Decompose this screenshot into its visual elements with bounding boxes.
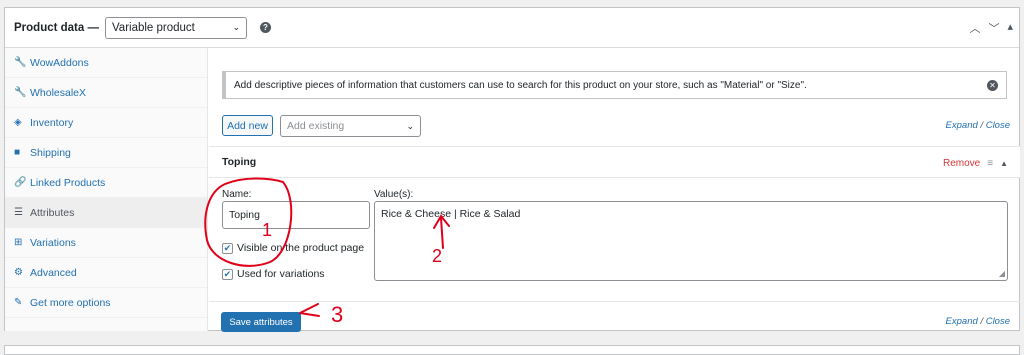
name-label: Name:: [222, 189, 252, 200]
sidebar-item-advanced[interactable]: ⚙ Advanced: [5, 258, 207, 288]
next-panel: [4, 345, 1020, 355]
product-data-panel: Product data — Variable product ⌄ ? ︿ ﹀ …: [4, 7, 1020, 332]
info-notice: Add descriptive pieces of information th…: [222, 71, 1007, 99]
attribute-values-textarea[interactable]: Rice & Cheese | Rice & Salad ◢: [374, 201, 1008, 281]
sidebar-item-wholesalex[interactable]: 🔧 WholesaleX: [5, 78, 207, 108]
expand-close-links: Expand / Close: [946, 120, 1010, 131]
expand-close-links-bottom: Expand / Close: [946, 316, 1010, 327]
list-icon: ☰: [14, 207, 23, 218]
attributes-panel: Add descriptive pieces of information th…: [209, 48, 1020, 332]
attribute-controls: Remove ≡ ▲: [943, 158, 1008, 169]
expand-link[interactable]: Expand: [946, 316, 978, 327]
save-attributes-button[interactable]: Save attributes: [221, 312, 301, 332]
attribute-title: Toping: [222, 156, 257, 168]
values-text: Rice & Cheese | Rice & Salad: [381, 208, 521, 220]
sidebar-item-label: WowAddons: [30, 56, 89, 69]
sidebar-item-label: Shipping: [30, 146, 71, 159]
add-existing-placeholder: Add existing: [287, 120, 345, 132]
attribute-header[interactable]: Toping Remove ≡ ▲: [209, 146, 1020, 178]
product-type-select[interactable]: Variable product ⌄: [104, 16, 247, 39]
collapse-icon[interactable]: ▲: [1000, 159, 1008, 168]
sidebar-item-shipping[interactable]: ■ Shipping: [5, 138, 207, 168]
sidebar-item-variations[interactable]: ⊞ Variations: [5, 228, 207, 258]
sidebar-item-label: WholesaleX: [30, 86, 87, 99]
sidebar-item-linked-products[interactable]: 🔗 Linked Products: [5, 168, 207, 198]
used-for-variations-checkbox[interactable]: ✔: [222, 268, 233, 280]
tag-icon: ◈: [14, 117, 22, 128]
used-for-variations-label: Used for variations: [237, 268, 325, 280]
visible-on-page-checkbox[interactable]: ✔: [222, 242, 233, 254]
sidebar-item-label: Linked Products: [30, 176, 106, 189]
sidebar-item-label: Inventory: [30, 116, 74, 129]
move-down-icon[interactable]: ﹀: [988, 20, 999, 36]
grid-icon: ⊞: [14, 237, 23, 248]
add-new-button[interactable]: Add new: [222, 115, 273, 136]
sidebar-item-label: Advanced: [30, 266, 77, 279]
close-link[interactable]: Close: [986, 120, 1010, 131]
chevron-down-icon: ⌄: [406, 120, 414, 131]
chevron-down-icon: ⌄: [232, 22, 240, 32]
expand-link[interactable]: Expand: [946, 120, 978, 131]
add-existing-select[interactable]: Add existing ⌄: [280, 115, 421, 137]
visible-on-page-label: Visible on the product page: [237, 242, 365, 254]
wrench-icon: 🔧: [14, 87, 27, 98]
toggle-panel-icon[interactable]: ▴: [1007, 20, 1013, 36]
wrench-icon: 🔧: [14, 57, 27, 68]
remove-link[interactable]: Remove: [943, 158, 980, 169]
notice-text: Add descriptive pieces of information th…: [234, 79, 807, 91]
panel-title: Product data —: [14, 21, 99, 34]
dismiss-icon[interactable]: ✕: [987, 80, 998, 91]
visible-on-page-option[interactable]: ✔ Visible on the product page: [222, 242, 364, 254]
sidebar-item-inventory[interactable]: ◈ Inventory: [5, 108, 207, 138]
values-label: Value(s):: [374, 189, 414, 200]
sidebar-item-label: Variations: [30, 236, 76, 249]
sidebar: 🔧 WowAddons 🔧 WholesaleX ◈ Inventory ■ S…: [5, 48, 208, 331]
sidebar-item-attributes[interactable]: ☰ Attributes: [5, 198, 207, 228]
link-icon: 🔗: [14, 177, 27, 188]
header-controls: ︿ ﹀ ▴: [969, 20, 1013, 36]
sidebar-item-wowaddons[interactable]: 🔧 WowAddons: [5, 48, 207, 78]
drag-handle-icon[interactable]: ≡: [987, 158, 993, 169]
product-type-value: Variable product: [111, 21, 195, 34]
attribute-name-input[interactable]: Toping: [222, 201, 370, 229]
help-icon[interactable]: ?: [259, 22, 271, 33]
plugin-icon: ✎: [14, 297, 23, 308]
gear-icon: ⚙: [14, 267, 23, 278]
sidebar-item-get-more-options[interactable]: ✎ Get more options: [5, 288, 207, 318]
panel-header: Product data — Variable product ⌄ ? ︿ ﹀ …: [5, 8, 1019, 48]
move-up-icon[interactable]: ︿: [969, 20, 980, 36]
close-link[interactable]: Close: [986, 316, 1010, 327]
truck-icon: ■: [14, 147, 21, 158]
used-for-variations-option[interactable]: ✔ Used for variations: [222, 268, 325, 280]
sidebar-item-label: Attributes: [30, 206, 75, 219]
sidebar-item-label: Get more options: [30, 296, 111, 309]
resize-handle-icon[interactable]: ◢: [999, 269, 1005, 278]
divider: [209, 301, 1020, 302]
